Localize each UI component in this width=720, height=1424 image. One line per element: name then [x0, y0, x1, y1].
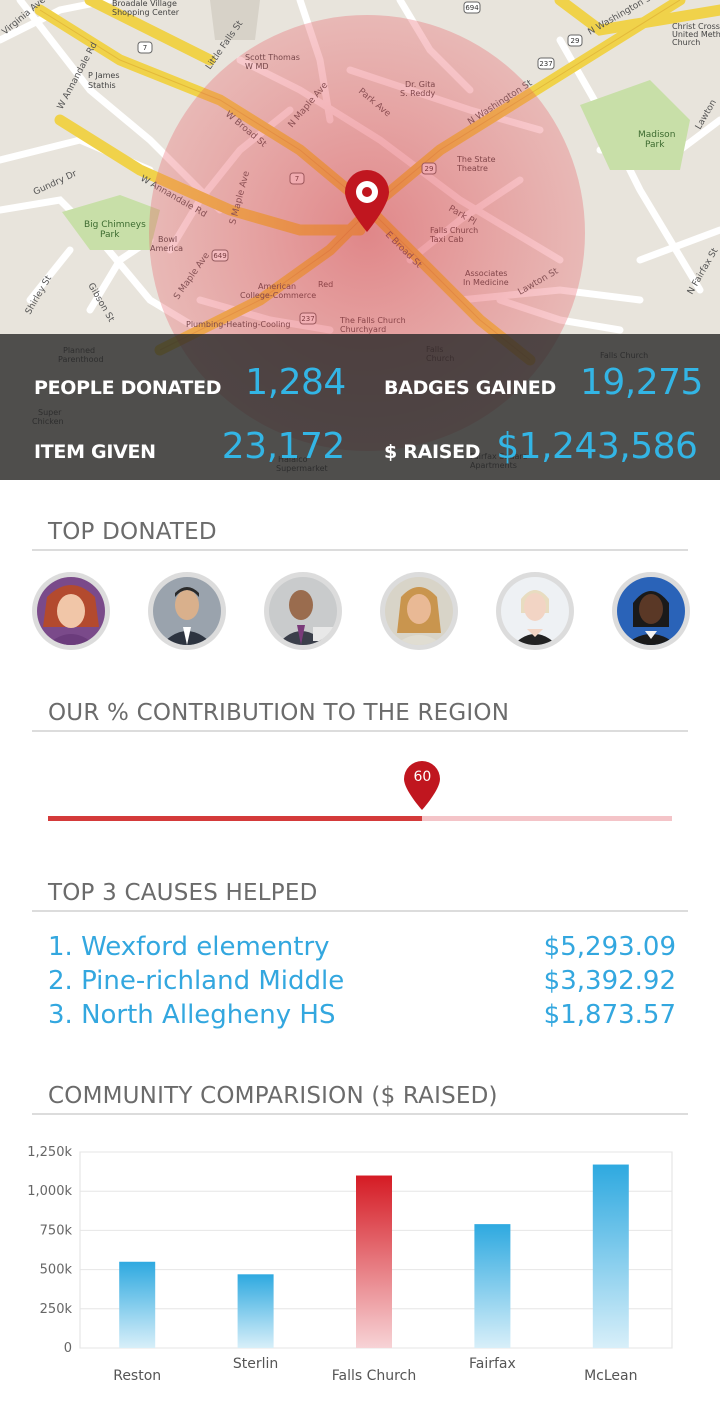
- y-tick-label: 1,000k: [27, 1184, 72, 1199]
- section-divider: [32, 549, 688, 551]
- x-category-label: Falls Church: [332, 1368, 416, 1384]
- x-category-label: Sterlin: [233, 1356, 278, 1372]
- cause-row[interactable]: 3. North Allegheny HS $1,873.57: [48, 1000, 676, 1034]
- bar-falls-church[interactable]: [356, 1175, 392, 1348]
- svg-text:Park: Park: [645, 140, 665, 150]
- stat-label: $ RAISED: [384, 441, 481, 463]
- svg-text:P James: P James: [88, 71, 120, 80]
- contribution-marker: 60: [402, 760, 442, 812]
- cause-row[interactable]: 1. Wexford elementry $5,293.09: [48, 932, 676, 966]
- bar-sterlin[interactable]: [237, 1274, 274, 1348]
- cause-row[interactable]: 2. Pine-richland Middle $3,392.92: [48, 966, 676, 1000]
- stat-label: PEOPLE DONATED: [34, 377, 222, 399]
- svg-text:Shopping Center: Shopping Center: [112, 8, 180, 17]
- bar-mclean[interactable]: [592, 1164, 629, 1348]
- svg-text:Church: Church: [672, 38, 700, 47]
- stat-people-donated: PEOPLE DONATED 1,284: [34, 362, 346, 403]
- causes-title: TOP 3 CAUSES HELPED: [48, 880, 318, 906]
- section-divider: [32, 730, 688, 732]
- svg-text:Madison: Madison: [638, 130, 675, 140]
- stat-value: 1,284: [245, 362, 346, 403]
- stats-panel: PEOPLE DONATED 1,284 BADGES GAINED 19,27…: [0, 334, 720, 480]
- svg-text:237: 237: [539, 60, 552, 68]
- svg-text:Big Chimneys: Big Chimneys: [84, 220, 146, 230]
- marker-pin-icon: [404, 761, 441, 810]
- y-tick-label: 750k: [40, 1223, 73, 1238]
- contribution-title: OUR % CONTRIBUTION TO THE REGION: [48, 700, 510, 726]
- svg-text:Park: Park: [100, 230, 120, 240]
- contribution-progress-fill: [48, 816, 423, 821]
- x-category-label: Reston: [113, 1368, 161, 1384]
- y-tick-label: 250k: [40, 1302, 73, 1317]
- top-donated-title: TOP DONATED: [48, 519, 217, 545]
- avatar-6[interactable]: [612, 572, 690, 650]
- avatar-2[interactable]: [148, 572, 226, 650]
- svg-text:7: 7: [143, 44, 147, 52]
- stat-label: BADGES GAINED: [384, 377, 556, 399]
- stat-value: 23,172: [221, 426, 345, 467]
- bar-reston[interactable]: [119, 1261, 156, 1348]
- location-pin-icon[interactable]: [341, 168, 393, 234]
- x-category-label: McLean: [584, 1368, 637, 1384]
- avatar-4[interactable]: [380, 572, 458, 650]
- contribution-value: 60: [413, 769, 432, 785]
- y-tick-label: 500k: [40, 1263, 73, 1278]
- avatar-5[interactable]: [496, 572, 574, 650]
- cause-amount: $3,392.92: [543, 966, 676, 996]
- y-tick-label: 0: [64, 1341, 72, 1356]
- stat-value: $1,243,586: [496, 426, 698, 467]
- bar-chart: 0 250k 500k 750k 1,000k 1,250k Reston Sterlin Fa…: [27, 1145, 673, 1384]
- stat-badges-gained: BADGES GAINED 19,275: [384, 362, 703, 403]
- comparison-title: COMMUNITY COMPARISION ($ RAISED): [48, 1083, 498, 1109]
- stat-value: 19,275: [579, 362, 703, 403]
- avatar-1[interactable]: [32, 572, 110, 650]
- svg-text:Broadale Village: Broadale Village: [112, 0, 177, 8]
- bar-fairfax[interactable]: [474, 1224, 511, 1348]
- cause-label: 1. Wexford elementry: [48, 932, 330, 962]
- cause-label: 3. North Allegheny HS: [48, 1000, 336, 1030]
- y-tick-label: 1,250k: [27, 1145, 72, 1160]
- svg-text:Stathis: Stathis: [88, 81, 116, 90]
- stat-label: ITEM GIVEN: [34, 441, 156, 463]
- cause-amount: $1,873.57: [543, 1000, 676, 1030]
- avatar-3[interactable]: [264, 572, 342, 650]
- region-map[interactable]: 7 7 29 29 237 694 649 237 W Annandale Rd…: [0, 0, 720, 480]
- section-divider: [32, 1113, 688, 1115]
- comparison-chart: 0 250k 500k 750k 1,000k 1,250k Reston Sterlin Fa…: [0, 1140, 720, 1424]
- svg-text:29: 29: [571, 37, 580, 45]
- stat-item-given: ITEM GIVEN 23,172: [34, 426, 345, 467]
- svg-text:694: 694: [465, 4, 479, 12]
- section-divider: [32, 910, 688, 912]
- stat-raised: $ RAISED $1,243,586: [384, 426, 698, 467]
- x-category-label: Fairfax: [469, 1356, 516, 1372]
- cause-label: 2. Pine-richland Middle: [48, 966, 345, 996]
- cause-amount: $5,293.09: [543, 932, 676, 962]
- contribution-progress-bar: [48, 816, 672, 821]
- svg-text:Gundry Dr: Gundry Dr: [32, 169, 79, 198]
- svg-text:Shirley St: Shirley St: [24, 274, 54, 317]
